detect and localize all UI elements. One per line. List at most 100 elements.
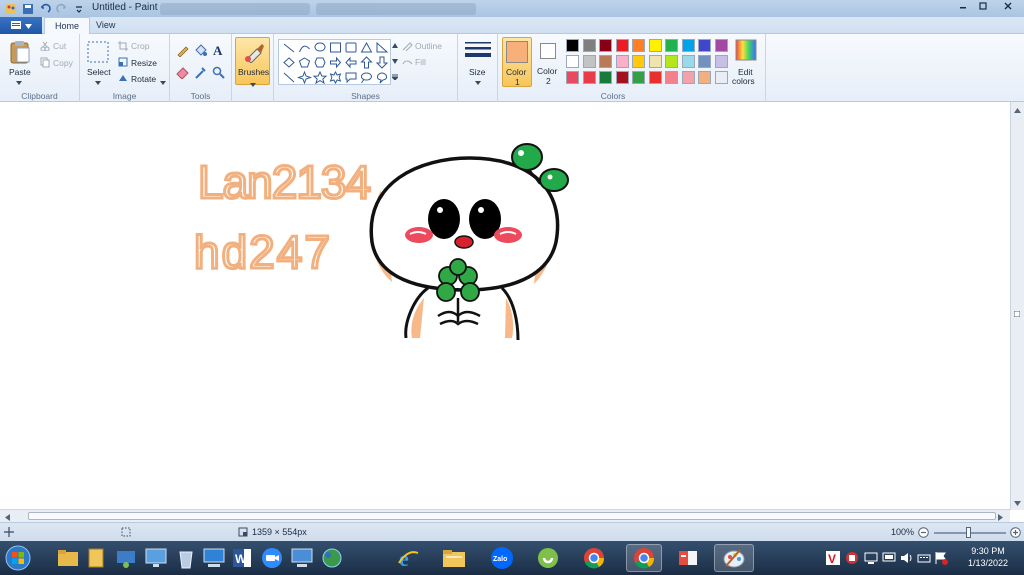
- chrome-icon[interactable]: [580, 544, 608, 572]
- shape-option[interactable]: [345, 42, 357, 53]
- shape-option[interactable]: [283, 57, 295, 68]
- color1-button[interactable]: Color 1: [502, 37, 532, 87]
- outline-label[interactable]: Outline: [415, 41, 442, 51]
- color-swatch[interactable]: [566, 39, 579, 52]
- volume-icon[interactable]: [900, 551, 914, 567]
- text-tool-icon[interactable]: A: [212, 43, 225, 58]
- color-swatch[interactable]: [566, 55, 579, 68]
- color-swatch[interactable]: [599, 39, 612, 52]
- resize-label[interactable]: Resize: [131, 58, 157, 68]
- color-swatch[interactable]: [648, 71, 662, 84]
- undo-icon[interactable]: [38, 2, 51, 15]
- rotate-label[interactable]: Rotate: [131, 74, 156, 84]
- scroll-down-icon[interactable]: [1014, 498, 1021, 508]
- shapes-gallery[interactable]: [278, 39, 391, 85]
- paste-dropdown-icon[interactable]: [16, 77, 22, 87]
- color-swatch[interactable]: [599, 71, 612, 84]
- resize-icon[interactable]: [118, 57, 128, 69]
- horizontal-scrollbar[interactable]: [0, 509, 1010, 522]
- fill-label[interactable]: Fill: [415, 57, 426, 67]
- cut-icon[interactable]: [40, 41, 50, 53]
- close-button[interactable]: [994, 0, 1022, 12]
- color-swatch[interactable]: [665, 39, 678, 52]
- remote-desktop-icon[interactable]: [288, 544, 316, 572]
- edit-colors-label-2[interactable]: colors: [732, 76, 755, 86]
- shape-option[interactable]: [299, 45, 310, 53]
- shape-option[interactable]: [345, 72, 357, 84]
- folder-icon[interactable]: [440, 544, 468, 572]
- rotate-dropdown-icon[interactable]: [160, 77, 166, 87]
- save-icon[interactable]: [21, 2, 34, 15]
- start-button[interactable]: [4, 544, 32, 572]
- color-swatch[interactable]: [681, 71, 695, 84]
- shape-option[interactable]: [375, 56, 389, 69]
- size-label[interactable]: Size: [469, 67, 486, 77]
- shapes-scroll-down-icon[interactable]: [392, 56, 398, 66]
- shape-option[interactable]: [296, 70, 313, 85]
- fill-bucket-icon[interactable]: [194, 44, 207, 59]
- shape-option[interactable]: [314, 42, 326, 52]
- tray-display-icon[interactable]: [864, 552, 878, 566]
- color-swatch[interactable]: [582, 55, 596, 68]
- shape-option[interactable]: [312, 70, 328, 85]
- zoom-out-icon[interactable]: [918, 527, 929, 540]
- chrome-active-window-icon[interactable]: [626, 544, 662, 572]
- office-app-icon[interactable]: [674, 544, 702, 572]
- fill-icon[interactable]: [402, 58, 413, 69]
- shape-option[interactable]: [283, 72, 295, 83]
- shape-option[interactable]: [376, 72, 388, 84]
- shape-option[interactable]: [314, 57, 326, 68]
- color-picker-icon[interactable]: [194, 66, 207, 81]
- customize-qat-icon[interactable]: [72, 2, 85, 15]
- size-dropdown-icon[interactable]: [475, 77, 481, 87]
- shape-option[interactable]: [329, 70, 342, 85]
- color-swatch[interactable]: [632, 39, 645, 52]
- color-swatch[interactable]: [714, 71, 728, 84]
- rotate-icon[interactable]: [118, 73, 128, 85]
- color-swatch[interactable]: [698, 71, 711, 84]
- select-dropdown-icon[interactable]: [95, 77, 101, 87]
- monitor-app-icon[interactable]: [142, 544, 170, 572]
- zoom-slider-thumb[interactable]: [966, 527, 971, 538]
- minimize-button[interactable]: [954, 0, 972, 12]
- color-swatch[interactable]: [599, 55, 612, 68]
- horizontal-scroll-thumb[interactable]: [28, 512, 996, 520]
- color-swatch[interactable]: [714, 55, 728, 68]
- color-swatch[interactable]: [632, 71, 645, 84]
- canvas-resize-handle-right[interactable]: [1013, 309, 1021, 319]
- color-swatch[interactable]: [665, 71, 678, 84]
- color-swatch[interactable]: [698, 39, 711, 52]
- documents-folder-icon[interactable]: [82, 544, 110, 572]
- color-swatch[interactable]: [681, 39, 695, 52]
- redo-icon[interactable]: [55, 2, 68, 15]
- vietkey-icon[interactable]: V: [826, 551, 840, 567]
- cut-label[interactable]: Cut: [53, 41, 66, 51]
- crop-icon[interactable]: [118, 41, 128, 53]
- color-swatch[interactable]: [582, 71, 596, 84]
- shape-option[interactable]: [283, 43, 295, 53]
- computer-icon[interactable]: [200, 544, 228, 572]
- tray-keyboard-icon[interactable]: [917, 551, 931, 567]
- color-swatch[interactable]: [615, 55, 629, 68]
- color-swatch[interactable]: [615, 39, 629, 52]
- crop-label[interactable]: Crop: [131, 41, 149, 51]
- color-swatch[interactable]: [648, 55, 662, 68]
- vertical-scrollbar[interactable]: [1010, 102, 1024, 510]
- action-center-flag-icon[interactable]: [934, 551, 948, 567]
- paste-icon[interactable]: [9, 39, 31, 67]
- color-swatch[interactable]: [648, 39, 662, 52]
- color-swatch[interactable]: [714, 39, 728, 52]
- internet-explorer-icon[interactable]: e: [394, 544, 422, 572]
- shape-option[interactable]: [298, 57, 311, 68]
- color-swatch[interactable]: [615, 71, 629, 84]
- tab-view[interactable]: View: [86, 17, 125, 34]
- word-icon[interactable]: W: [228, 544, 256, 572]
- shape-option[interactable]: [330, 42, 341, 53]
- zalo-icon[interactable]: Zalo: [488, 544, 516, 572]
- edit-colors-icon[interactable]: [735, 39, 757, 63]
- tab-home[interactable]: Home: [44, 17, 91, 35]
- shapes-gallery-icons[interactable]: [279, 40, 392, 86]
- select-icon[interactable]: [87, 41, 109, 65]
- shape-option[interactable]: [345, 56, 357, 69]
- canvas-drawing[interactable]: Lan2134 hd247: [0, 102, 1010, 510]
